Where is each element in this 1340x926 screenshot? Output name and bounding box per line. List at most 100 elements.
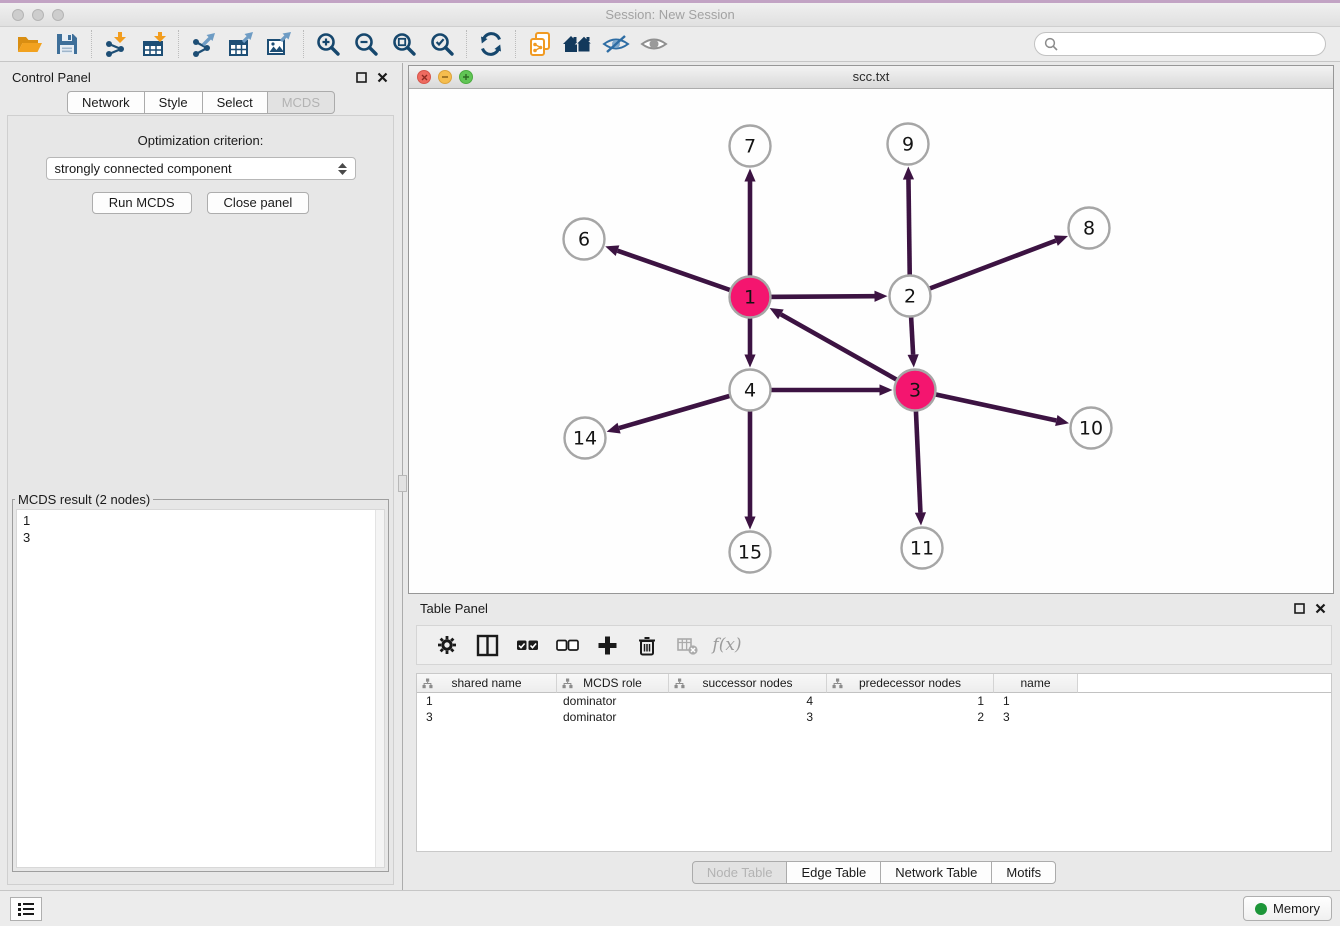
result-line: 1 — [17, 510, 384, 529]
close-table-panel-button[interactable] — [1313, 601, 1328, 616]
close-window-button[interactable] — [12, 9, 24, 21]
tab-node-table[interactable]: Node Table — [692, 861, 788, 884]
tab-mcds[interactable]: MCDS — [267, 91, 335, 114]
table-row[interactable]: 1 dominator 4 1 1 — [417, 693, 1331, 709]
hide-graphics-details-button[interactable] — [597, 29, 635, 60]
clone-network-button[interactable] — [521, 29, 559, 60]
column-header-name[interactable]: name — [994, 674, 1078, 693]
tab-select[interactable]: Select — [202, 91, 268, 114]
fx-icon: f(x) — [712, 635, 741, 655]
float-icon — [356, 72, 367, 83]
table-panel: Table Panel — [408, 595, 1340, 890]
save-session-button[interactable] — [48, 29, 86, 60]
open-session-button[interactable] — [10, 29, 48, 60]
create-column-button[interactable] — [589, 629, 625, 661]
home-icon — [562, 32, 594, 56]
app-title: Session: New Session — [0, 3, 1340, 26]
zoom-selected-button[interactable] — [423, 29, 461, 60]
graph-edge-3-1[interactable] — [781, 314, 915, 390]
run-mcds-button[interactable]: Run MCDS — [92, 192, 192, 214]
zoom-in-button[interactable] — [309, 29, 347, 60]
zoom-network-button[interactable] — [459, 70, 473, 84]
tab-network[interactable]: Network — [67, 91, 145, 114]
criterion-select[interactable]: strongly connected component — [46, 157, 356, 180]
cell-predecessor-nodes: 2 — [827, 710, 994, 724]
minimize-network-button[interactable] — [438, 70, 452, 84]
column-header-successor-nodes[interactable]: successor nodes — [669, 674, 827, 693]
show-column-panel-button[interactable] — [469, 629, 505, 661]
toolbar-separator — [178, 30, 179, 58]
close-panel-button[interactable] — [375, 70, 390, 85]
table-settings-button[interactable] — [429, 629, 465, 661]
tab-edge-table[interactable]: Edge Table — [786, 861, 881, 884]
graph-node-label: 14 — [573, 428, 597, 450]
network-window-controls[interactable] — [417, 70, 473, 84]
memory-button[interactable]: Memory — [1243, 896, 1332, 921]
window-controls[interactable] — [12, 9, 64, 21]
graph-node-label: 4 — [744, 380, 756, 402]
export-table-button[interactable] — [222, 29, 260, 60]
close-icon — [1315, 603, 1326, 614]
apply-layout-button[interactable] — [472, 29, 510, 60]
column-header-predecessor-nodes[interactable]: predecessor nodes — [827, 674, 994, 693]
delete-table-button[interactable] — [669, 629, 705, 661]
float-table-panel-button[interactable] — [1292, 601, 1307, 616]
graph-edge-arrowhead — [1055, 415, 1069, 426]
table-panel-header: Table Panel — [408, 595, 1340, 621]
import-network-button[interactable] — [97, 29, 135, 60]
export-image-icon — [266, 31, 292, 57]
mcds-result-area[interactable]: 1 3 — [16, 509, 385, 868]
zoom-fit-icon — [391, 31, 417, 57]
tab-style[interactable]: Style — [144, 91, 203, 114]
graph-edge-2-8[interactable] — [910, 241, 1056, 296]
column-label: predecessor nodes — [859, 676, 961, 690]
zoom-out-button[interactable] — [347, 29, 385, 60]
function-builder-button[interactable]: f(x) — [709, 629, 745, 661]
minimize-window-button[interactable] — [32, 9, 44, 21]
delete-table-icon — [676, 635, 699, 656]
close-panel-action-button[interactable]: Close panel — [207, 192, 310, 214]
delete-columns-button[interactable] — [629, 629, 665, 661]
search-field[interactable] — [1034, 32, 1326, 56]
task-history-button[interactable] — [10, 897, 42, 921]
graph-node-label: 11 — [910, 538, 934, 560]
graph-edge-arrowhead — [605, 245, 619, 256]
import-table-button[interactable] — [135, 29, 173, 60]
tab-motifs[interactable]: Motifs — [991, 861, 1056, 884]
select-all-columns-button[interactable] — [509, 629, 545, 661]
close-icon — [377, 72, 388, 83]
vertical-splitter-handle[interactable] — [398, 475, 407, 492]
tab-network-table[interactable]: Network Table — [880, 861, 992, 884]
close-network-button[interactable] — [417, 70, 431, 84]
cell-predecessor-nodes: 1 — [827, 694, 994, 708]
float-panel-button[interactable] — [354, 70, 369, 85]
search-icon — [1044, 37, 1058, 51]
zoom-fit-button[interactable] — [385, 29, 423, 60]
show-graphics-details-button[interactable] — [635, 29, 673, 60]
export-network-button[interactable] — [184, 29, 222, 60]
maximize-window-button[interactable] — [52, 9, 64, 21]
trash-icon — [636, 634, 658, 657]
column-header-shared-name[interactable]: shared name — [417, 674, 557, 693]
mcds-buttons: Run MCDS Close panel — [8, 192, 393, 214]
toolbar-separator — [466, 30, 467, 58]
unselect-all-columns-button[interactable] — [549, 629, 585, 661]
export-network-icon — [190, 31, 216, 57]
graph-edge-arrowhead — [908, 354, 919, 367]
network-window: scc.txt 7968124314101511 — [408, 65, 1334, 594]
network-canvas[interactable]: 7968124314101511 — [409, 89, 1333, 593]
refresh-icon — [478, 31, 504, 57]
table-panel-title: Table Panel — [420, 601, 488, 616]
tree-icon — [674, 678, 685, 689]
import-network-icon — [103, 31, 129, 57]
toolbar-separator — [303, 30, 304, 58]
node-table: shared name MCDS role successor nodes pr… — [416, 673, 1332, 852]
table-row[interactable]: 3 dominator 3 2 3 — [417, 709, 1331, 725]
mcds-result-title: MCDS result (2 nodes) — [15, 492, 153, 507]
search-input[interactable] — [1064, 37, 1316, 52]
column-header-mcds-role[interactable]: MCDS role — [557, 674, 669, 693]
home-button[interactable] — [559, 29, 597, 60]
table-toolbar: f(x) — [416, 625, 1332, 665]
export-image-button[interactable] — [260, 29, 298, 60]
result-scrollbar[interactable] — [375, 510, 384, 867]
